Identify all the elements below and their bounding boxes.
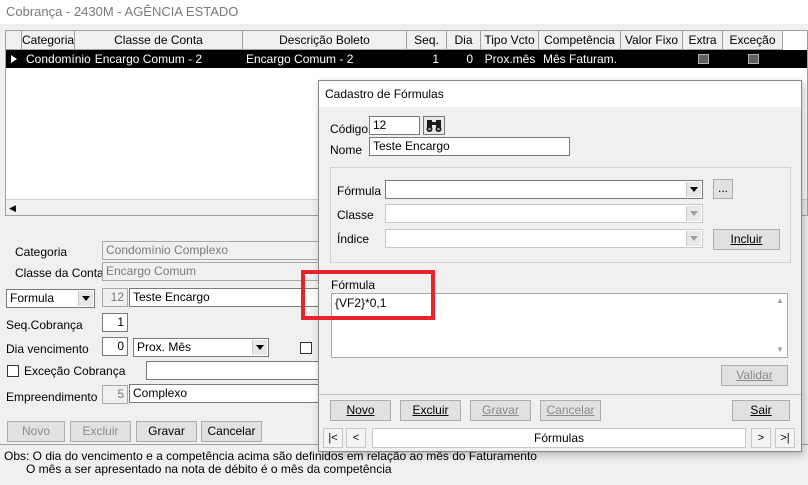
validar-button-label: Validar <box>736 368 773 382</box>
col-categoria[interactable]: Categoria <box>22 31 75 50</box>
col-extra[interactable]: Extra <box>683 31 723 50</box>
dialog-novo-label: Novo <box>346 403 375 417</box>
classe-select-label: Classe <box>337 208 374 222</box>
indice-select-label: Índice <box>337 232 370 246</box>
gravar-button[interactable]: Gravar <box>136 421 197 442</box>
chevron-down-icon[interactable] <box>686 206 701 221</box>
col-valor-fixo[interactable]: Valor Fixo <box>621 31 683 50</box>
dialog-excluir-label: Excluir <box>412 403 449 417</box>
empreendimento-code-field: 5 <box>102 385 128 404</box>
dia-vencimento-field[interactable]: 0 <box>102 337 128 356</box>
cadastro-formulas-dialog: Cadastro de Fórmulas Código 12 Nome Test… <box>318 80 802 452</box>
competencia-checkbox[interactable] <box>300 342 312 354</box>
categoria-field: Condomínio Complexo <box>102 241 322 260</box>
empreendimento-name-field[interactable]: Complexo <box>129 384 322 403</box>
col-competencia[interactable]: Competência <box>539 31 621 50</box>
cell-competencia: Mês Faturam. <box>542 52 617 66</box>
classe-select[interactable] <box>385 204 703 223</box>
novo-button[interactable]: Novo <box>7 421 65 442</box>
categoria-label: Categoria <box>15 245 68 259</box>
cell-dia: 0 <box>466 52 473 66</box>
cell-valor-fixo <box>621 50 683 68</box>
tipo-vencimento-value: Prox. Mês <box>137 340 192 354</box>
window-title: Cobrança - 2430M - AGÊNCIA ESTADO <box>0 0 808 24</box>
chevron-down-icon[interactable] <box>78 291 93 306</box>
scroll-up-icon[interactable]: ▲ <box>776 296 784 305</box>
extra-checkbox[interactable] <box>697 54 709 64</box>
cell-classe: Encargo Comum - 2 <box>94 52 203 66</box>
excecao-checkbox[interactable] <box>747 54 759 64</box>
incluir-button[interactable]: Incluir <box>713 229 780 250</box>
dialog-gravar-label: Gravar <box>482 403 519 417</box>
seq-cobranca-label: Seq.Cobrança <box>6 318 83 332</box>
excecao-cobranca-label: Exceção Cobrança <box>24 364 126 378</box>
dialog-divider <box>319 394 801 395</box>
chevron-down-icon[interactable] <box>252 340 267 355</box>
chevron-down-icon[interactable] <box>686 182 701 197</box>
excecao-cobranca-checkbox[interactable] <box>7 365 19 377</box>
table-row[interactable]: Condomínio Encargo Comum - 2 Encargo Com… <box>6 50 807 68</box>
cell-tipo-vcto: Prox.mês <box>484 52 536 66</box>
empreendimento-label: Empreendimento <box>6 390 98 404</box>
col-classe-conta[interactable]: Classe de Conta <box>75 31 243 50</box>
highlight-box <box>301 270 435 320</box>
obs-note-line2: O mês a ser apresentado na nota de débit… <box>26 462 392 476</box>
scroll-down-icon[interactable]: ▼ <box>776 345 784 354</box>
dialog-novo-button[interactable]: Novo <box>330 400 391 421</box>
grid-header-indicator <box>6 31 22 50</box>
col-tipo-vcto[interactable]: Tipo Vcto <box>481 31 539 50</box>
nav-prev-button[interactable]: < <box>346 428 366 448</box>
dialog-sair-button[interactable]: Sair <box>732 400 790 421</box>
chevron-down-icon[interactable] <box>686 231 701 246</box>
formula-select[interactable] <box>385 180 703 199</box>
col-seq[interactable]: Seq. <box>407 31 447 50</box>
scroll-left-icon[interactable]: ◀ <box>9 203 16 214</box>
textarea-scrollbar[interactable]: ▲ ▼ <box>773 294 787 357</box>
col-dia[interactable]: Dia <box>447 31 481 50</box>
nav-first-button[interactable]: |< <box>323 428 343 448</box>
nome-field[interactable]: Teste Encargo <box>369 137 570 156</box>
codigo-label: Código <box>330 122 369 136</box>
tipo-vencimento-select[interactable]: Prox. Mês <box>133 338 269 357</box>
dia-vencimento-label: Dia vencimento <box>6 342 89 356</box>
dialog-cancelar-label: Cancelar <box>546 403 595 417</box>
nome-label: Nome <box>330 143 363 157</box>
codigo-field[interactable]: 12 <box>369 116 420 135</box>
dialog-cancelar-button[interactable]: Cancelar <box>540 400 601 421</box>
dialog-excluir-button[interactable]: Excluir <box>400 400 461 421</box>
nav-last-button[interactable]: >| <box>775 428 795 448</box>
binoculars-icon[interactable] <box>423 116 445 135</box>
col-excecao[interactable]: Exceção <box>723 31 783 50</box>
col-descricao-boleto[interactable]: Descrição Boleto <box>243 31 407 50</box>
row-indicator-icon <box>6 50 22 68</box>
cancelar-button[interactable]: Cancelar <box>201 421 262 442</box>
nav-next-button[interactable]: > <box>751 428 771 448</box>
dialog-title: Cadastro de Fórmulas <box>319 81 801 107</box>
excecao-cobranca-field[interactable] <box>146 361 322 380</box>
cell-descricao: Encargo Comum - 2 <box>246 52 354 66</box>
dialog-sair-label: Sair <box>750 403 772 417</box>
seq-cobranca-field[interactable]: 1 <box>102 313 128 332</box>
formula-code-field: 12 <box>102 288 128 307</box>
cell-categoria: Condomínio <box>26 52 91 66</box>
classe-conta-label: Classe da Conta <box>15 266 104 280</box>
cell-seq: 1 <box>432 52 439 66</box>
record-navigator: |< < Fórmulas > >| <box>319 426 801 450</box>
classe-conta-field: Encargo Comum <box>102 262 322 281</box>
formula-name-field[interactable]: Teste Encargo <box>129 288 322 307</box>
grid-header: Categoria Classe de Conta Descrição Bole… <box>6 31 807 50</box>
tipo-select-value: Formula <box>10 291 55 305</box>
ellipsis-button[interactable]: ... <box>713 179 733 199</box>
validar-button[interactable]: Validar <box>721 365 788 386</box>
indice-select[interactable] <box>385 229 703 248</box>
formula-select-label: Fórmula <box>337 184 382 198</box>
tipo-select[interactable]: Formula <box>6 289 95 308</box>
excluir-button[interactable]: Excluir <box>70 421 131 442</box>
nav-label: Fórmulas <box>372 428 746 448</box>
incluir-button-label: Incluir <box>730 232 763 246</box>
dialog-gravar-button[interactable]: Gravar <box>470 400 531 421</box>
